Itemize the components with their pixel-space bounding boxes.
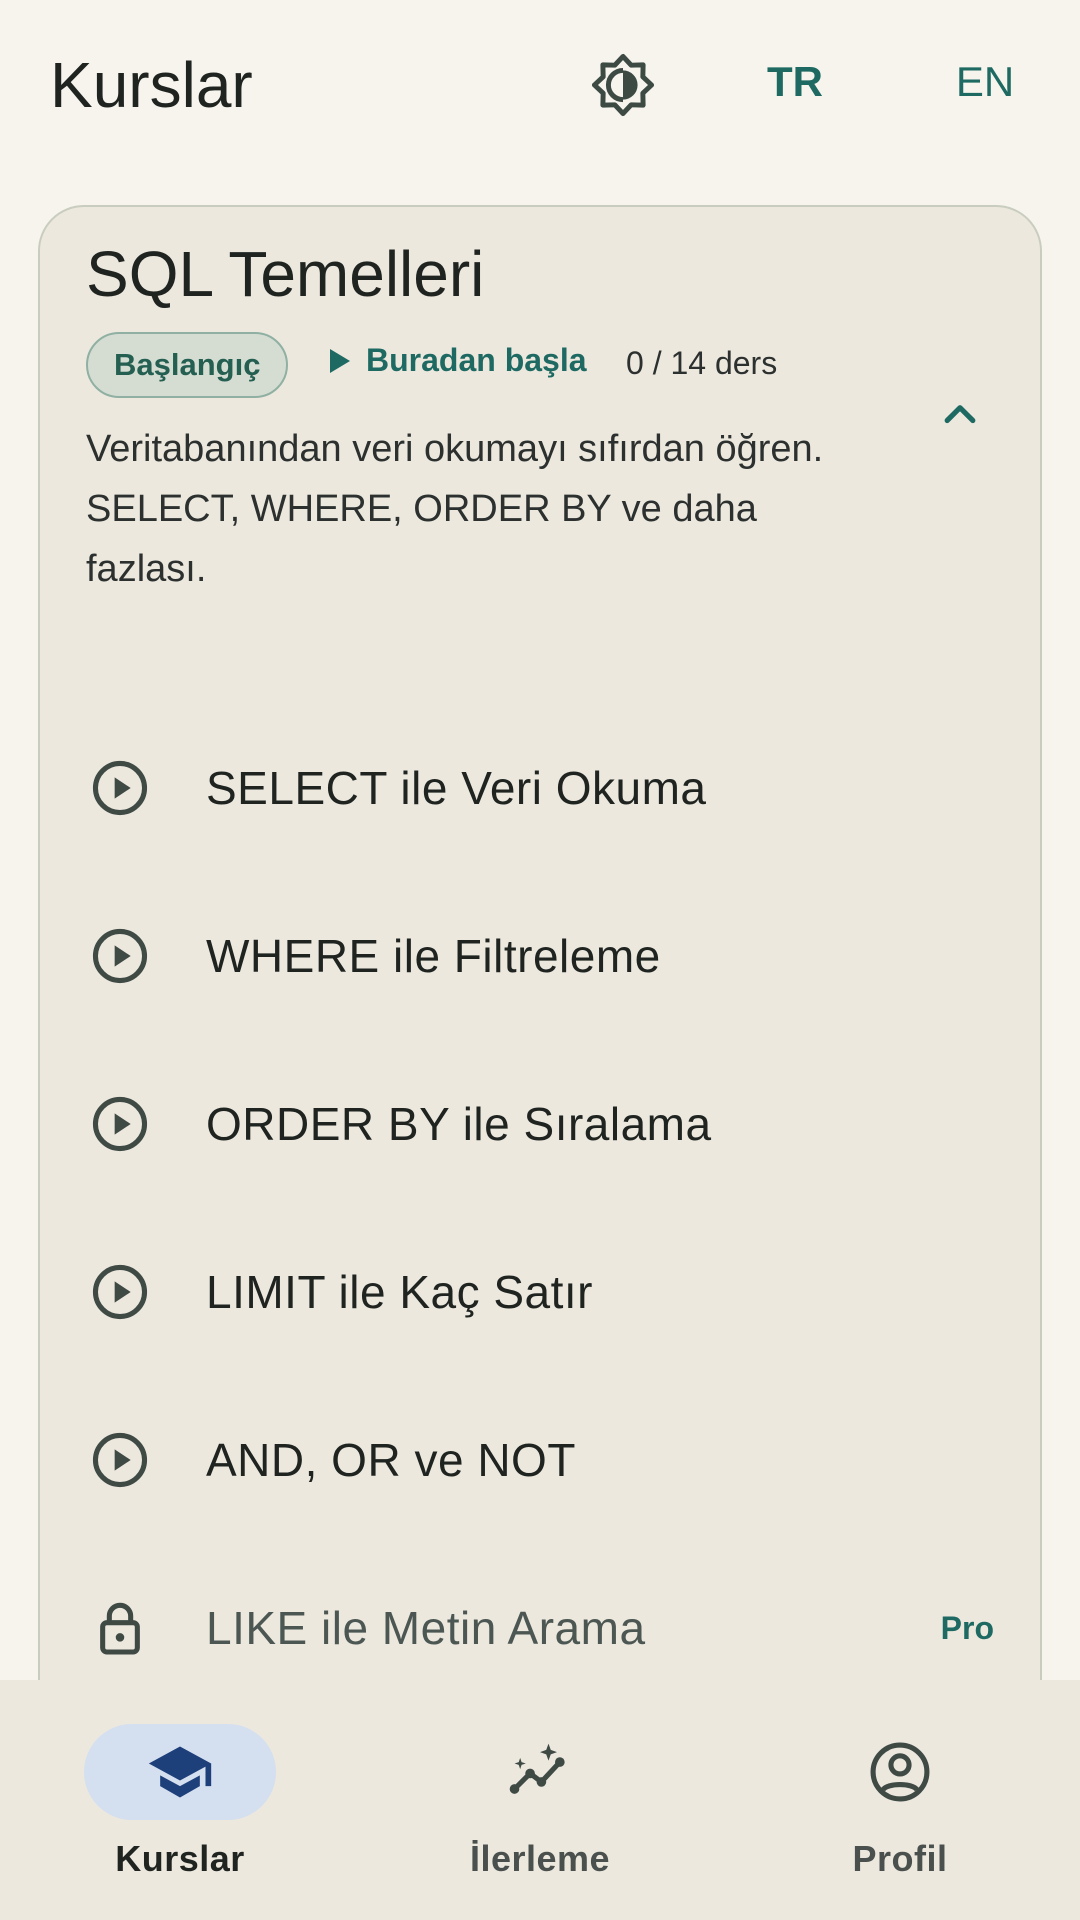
lesson-title: AND, OR ve NOT: [206, 1434, 576, 1486]
collapse-button[interactable]: [930, 385, 990, 445]
nav-indicator: [444, 1724, 636, 1820]
lesson-item[interactable]: WHERE ile Filtreleme: [40, 872, 1040, 1040]
brightness-auto-icon: [591, 53, 655, 117]
page-title: Kurslar: [50, 49, 253, 121]
lesson-title: LIKE ile Metin Arama: [206, 1602, 646, 1654]
top-app-bar: Kurslar TR EN: [0, 0, 1080, 170]
play-circle-icon: [88, 1092, 152, 1156]
nav-label: Profil: [852, 1838, 948, 1879]
lesson-title: LIMIT ile Kaç Satır: [206, 1266, 594, 1318]
course-description: Veritabanından veri okumayı sıfırdan öğr…: [86, 428, 824, 590]
course-card: SQL Temelleri Başlangıç Buradan başla 0 …: [38, 205, 1042, 1920]
lesson-list: SELECT ile Veri Okuma WHERE ile Filtrele…: [40, 704, 1040, 1712]
nav-indicator: [84, 1724, 276, 1820]
lesson-count: 0 / 14 ders: [626, 345, 778, 381]
app-root: Kurslar TR EN SQL Temelleri Başlangıç Bu…: [0, 0, 1080, 1920]
nav-item-profil[interactable]: Profil: [750, 1720, 1050, 1900]
school-icon: [148, 1746, 212, 1798]
start-here-button[interactable]: Buradan başla: [330, 342, 587, 379]
level-chip: Başlangıç: [86, 332, 289, 398]
nav-indicator: [804, 1724, 996, 1820]
play-circle-icon: [88, 924, 152, 988]
lesson-item[interactable]: LIMIT ile Kaç Satır: [40, 1208, 1040, 1376]
insights-icon: [509, 1743, 565, 1794]
chevron-up-icon: [944, 405, 976, 424]
lesson-title: WHERE ile Filtreleme: [206, 930, 661, 982]
play-circle-icon: [88, 1260, 152, 1324]
lesson-item[interactable]: AND, OR ve NOT: [40, 1376, 1040, 1544]
play-circle-icon: [88, 756, 152, 820]
play-arrow-icon: [330, 348, 350, 373]
bottom-navigation: Kurslar İlerleme Profil: [0, 1680, 1080, 1920]
pro-badge: Pro: [940, 1609, 994, 1646]
language-tr-button[interactable]: TR: [740, 58, 850, 106]
account-circle-icon: [870, 1742, 930, 1802]
lesson-title: SELECT ile Veri Okuma: [206, 762, 707, 814]
play-circle-icon: [88, 1428, 152, 1492]
lesson-item[interactable]: ORDER BY ile Sıralama: [40, 1040, 1040, 1208]
start-here-label: Buradan başla: [366, 342, 587, 378]
nav-item-ilerleme[interactable]: İlerleme: [390, 1720, 690, 1900]
theme-toggle-button[interactable]: [588, 50, 658, 120]
nav-item-kurslar[interactable]: Kurslar: [30, 1720, 330, 1900]
language-en-button[interactable]: EN: [930, 58, 1040, 106]
lesson-title: ORDER BY ile Sıralama: [206, 1098, 712, 1150]
lesson-item[interactable]: SELECT ile Veri Okuma: [40, 704, 1040, 872]
course-title: SQL Temelleri: [86, 238, 485, 310]
lock-icon: [88, 1596, 152, 1660]
nav-label: Kurslar: [115, 1838, 245, 1879]
nav-label: İlerleme: [469, 1838, 611, 1879]
